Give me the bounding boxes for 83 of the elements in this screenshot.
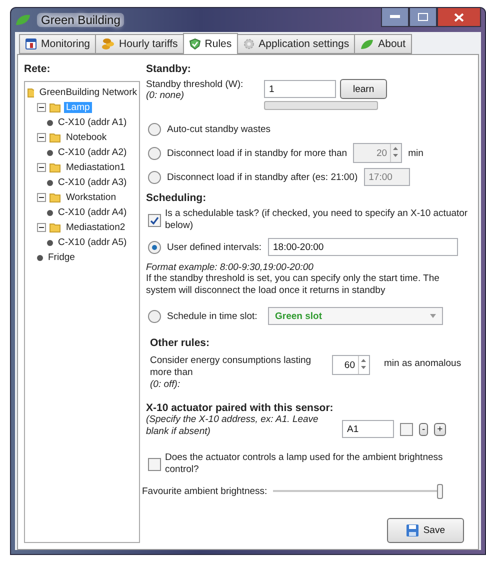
radio-button[interactable] — [148, 122, 161, 136]
coins-icon — [101, 38, 116, 50]
checkbox-label: Is a schedulable task? (if checked, you need to specify an X-10 actuator below) — [165, 208, 469, 232]
learn-button[interactable]: learn — [340, 79, 388, 99]
tree-item[interactable]: C-X10 (addr A5) — [56, 237, 129, 248]
bullet-icon — [37, 254, 43, 260]
close-icon — [454, 12, 464, 22]
section-title: Standby: — [146, 63, 192, 75]
radio-label: Disconnect load if in standby after (es: 21:00) — [167, 172, 358, 182]
caret-icon — [430, 314, 436, 318]
tree-item[interactable]: Workstation — [64, 192, 118, 203]
bullet-icon — [47, 120, 53, 126]
gear-icon — [242, 38, 255, 50]
radio-label: User defined intervals: — [167, 242, 262, 252]
checkbox[interactable] — [148, 458, 161, 470]
field-hint: (0: none) — [146, 90, 186, 101]
intervals-field[interactable]: 18:00-20:00 — [268, 238, 458, 256]
folder-icon — [27, 87, 34, 98]
shield-icon — [188, 38, 201, 50]
folder-icon — [49, 192, 61, 203]
collapse-icon[interactable] — [37, 163, 46, 172]
bullet-icon — [47, 180, 53, 186]
maximize-button[interactable] — [409, 8, 437, 27]
tree-item[interactable]: Fridge — [46, 252, 77, 263]
tree-item[interactable]: C-X10 (addr A4) — [56, 207, 129, 218]
tab[interactable]: Rules — [182, 33, 238, 54]
checkbox[interactable] — [400, 422, 413, 436]
folder-icon — [49, 222, 61, 233]
collapse-icon[interactable] — [37, 193, 46, 202]
field-label: Standby threshold (W): — [146, 79, 244, 90]
leaf-icon — [15, 14, 31, 26]
calendar-icon — [25, 38, 37, 50]
collapse-icon[interactable] — [37, 103, 46, 112]
tab[interactable]: Application settings — [236, 34, 356, 54]
tree-item[interactable]: Mediastation1 — [64, 162, 128, 173]
leaf-icon — [360, 38, 374, 50]
collapse-icon[interactable] — [37, 223, 46, 232]
field-hint: (Specify the X-10 address, ex: A1. Leave blank if absent) — [146, 414, 320, 438]
section-title: Other rules: — [150, 337, 210, 349]
unit-label: min — [408, 148, 424, 158]
tree-title: Rete: — [24, 63, 52, 75]
brightness-slider[interactable] — [273, 484, 444, 498]
minimize-button[interactable] — [381, 8, 409, 27]
tree-item[interactable]: C-X10 (addr A1) — [56, 117, 129, 128]
note-text: If the standby threshold is set, you can specify only the start time. The system will disconnect the load once it returns in standby — [146, 273, 440, 297]
field-label: Consider energy consumptions lasting more than — [150, 355, 312, 379]
maximize-icon — [418, 13, 428, 21]
radio-button[interactable] — [148, 310, 161, 322]
checkbox[interactable] — [148, 214, 161, 226]
radio-label: Disconnect load if in standby for more than — [167, 148, 348, 158]
radio-label: Schedule in time slot: — [167, 310, 258, 322]
minimize-icon — [390, 15, 400, 19]
address-field[interactable]: A1 — [342, 420, 394, 438]
tree-item[interactable]: C-X10 (addr A2) — [56, 147, 129, 158]
close-button[interactable] — [437, 8, 481, 27]
spin-field[interactable]: 60 — [332, 355, 370, 375]
folder-icon — [49, 132, 61, 143]
radio-label: Auto-cut standby wastes — [167, 124, 272, 134]
save-button[interactable]: Save — [387, 518, 464, 543]
minus-button[interactable]: - — [419, 422, 428, 436]
unit-label: min as anomalous — [384, 358, 462, 369]
tree-item[interactable]: Notebook — [64, 132, 109, 143]
format-hint: Format example: 8:00-9:30,19:00-20:00 — [146, 262, 314, 273]
section-title: Scheduling: — [146, 192, 206, 204]
bullet-icon — [47, 150, 53, 156]
folder-icon — [49, 102, 61, 113]
tree-item[interactable]: Mediastation2 — [64, 222, 128, 233]
radio-button[interactable] — [148, 240, 161, 254]
tree-item[interactable]: C-X10 (addr A3) — [56, 177, 129, 188]
threshold-field[interactable]: 1 — [264, 80, 336, 98]
field-hint: (0: off): — [150, 379, 182, 390]
bullet-icon — [47, 210, 53, 216]
section-title: X-10 actuator paired with this sensor: — [146, 402, 334, 414]
tab[interactable]: About — [354, 34, 412, 54]
bullet-icon — [47, 240, 53, 246]
collapse-icon[interactable] — [37, 133, 46, 142]
tree-item[interactable]: GreenBuilding Network — [37, 87, 139, 98]
slider-label: Favourite ambient brightness: — [142, 486, 268, 496]
tab[interactable]: Hourly tariffs — [95, 34, 184, 54]
folder-icon — [49, 162, 61, 173]
plus-button[interactable]: + — [434, 422, 446, 436]
checkbox-label: Does the actuator controls a lamp used for the ambient brightness control? — [165, 452, 444, 476]
tab[interactable]: Monitoring — [19, 34, 96, 54]
